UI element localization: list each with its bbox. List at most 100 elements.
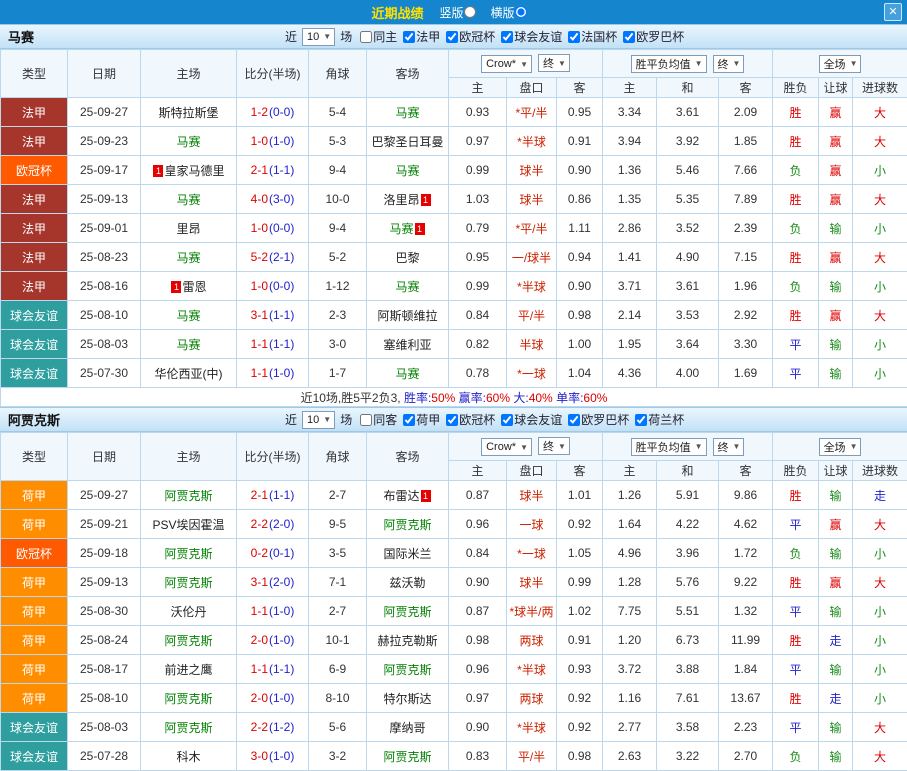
match-row[interactable]: 荷甲25-08-24阿贾克斯2-0(1-0)10-1赫拉克勒斯0.98两球0.9… <box>1 626 907 655</box>
layout-option-竖版[interactable]: 竖版 <box>439 4 478 21</box>
layout-option-横版[interactable]: 横版 <box>491 4 530 21</box>
away-team[interactable]: 马赛 <box>367 272 449 301</box>
match-row[interactable]: 法甲25-08-161雷恩1-0(0-0)1-12马赛0.99*半球0.903.… <box>1 272 907 301</box>
checkbox-input[interactable] <box>635 414 647 426</box>
away-team[interactable]: 塞维利亚 <box>367 330 449 359</box>
away-team[interactable]: 阿贾克斯 <box>367 655 449 684</box>
match-count-dropdown[interactable]: 10▼ <box>302 28 335 46</box>
home-team[interactable]: 阿贾克斯 <box>141 539 237 568</box>
eu-source-dropdown[interactable]: 胜平负均值▼ <box>631 438 707 456</box>
filter-checkbox-欧冠杯[interactable]: 欧冠杯 <box>440 411 495 428</box>
match-row[interactable]: 法甲25-09-13马赛4-0(3-0)10-0洛里昂11.03球半0.861.… <box>1 185 907 214</box>
filter-checkbox-欧罗巴杯[interactable]: 欧罗巴杯 <box>562 411 629 428</box>
filter-checkbox-欧冠杯[interactable]: 欧冠杯 <box>440 28 495 45</box>
eu-final-dropdown[interactable]: 终▼ <box>713 438 745 456</box>
checkbox-input[interactable] <box>568 31 580 43</box>
home-team[interactable]: 马赛 <box>141 243 237 272</box>
checkbox-input[interactable] <box>623 31 635 43</box>
filter-checkbox-球会友谊[interactable]: 球会友谊 <box>495 411 562 428</box>
home-team[interactable]: 斯特拉斯堡 <box>141 98 237 127</box>
match-row[interactable]: 荷甲25-09-21PSV埃因霍温2-2(2-0)9-5阿贾克斯0.96一球0.… <box>1 510 907 539</box>
match-row[interactable]: 荷甲25-08-30沃伦丹1-1(1-0)2-7阿贾克斯0.87*球半/两1.0… <box>1 597 907 626</box>
odds-source-dropdown[interactable]: Crow*▼ <box>481 55 532 73</box>
match-row[interactable]: 球会友谊25-07-30华伦西亚(中)1-1(1-0)1-7马赛0.78*一球1… <box>1 359 907 388</box>
home-team[interactable]: 阿贾克斯 <box>141 568 237 597</box>
match-row[interactable]: 欧冠杯25-09-171皇家马德里2-1(1-1)9-4马赛0.99球半0.90… <box>1 156 907 185</box>
match-row[interactable]: 欧冠杯25-09-18阿贾克斯0-2(0-1)3-5国际米兰0.84*一球1.0… <box>1 539 907 568</box>
match-row[interactable]: 荷甲25-08-17前进之鹰1-1(1-1)6-9阿贾克斯0.96*半球0.93… <box>1 655 907 684</box>
away-team[interactable]: 摩纳哥 <box>367 713 449 742</box>
home-team[interactable]: 马赛 <box>141 127 237 156</box>
checkbox-input[interactable] <box>446 414 458 426</box>
odds-final-dropdown[interactable]: 终▼ <box>538 54 570 72</box>
filter-checkbox-同主[interactable]: 同主 <box>354 28 397 45</box>
eu-source-dropdown[interactable]: 胜平负均值▼ <box>631 55 707 73</box>
home-team[interactable]: 马赛 <box>141 185 237 214</box>
checkbox-input[interactable] <box>501 414 513 426</box>
away-team[interactable]: 赫拉克勒斯 <box>367 626 449 655</box>
filter-checkbox-法国杯[interactable]: 法国杯 <box>562 28 617 45</box>
match-row[interactable]: 球会友谊25-07-28科木3-0(1-0)3-2阿贾克斯0.83平/半0.98… <box>1 742 907 771</box>
home-team[interactable]: 1皇家马德里 <box>141 156 237 185</box>
match-row[interactable]: 法甲25-09-27斯特拉斯堡1-2(0-0)5-4马赛0.93*平/半0.95… <box>1 98 907 127</box>
home-team[interactable]: 阿贾克斯 <box>141 684 237 713</box>
away-team[interactable]: 阿斯顿维拉 <box>367 301 449 330</box>
home-team[interactable]: 前进之鹰 <box>141 655 237 684</box>
home-team[interactable]: 阿贾克斯 <box>141 626 237 655</box>
away-team[interactable]: 阿贾克斯 <box>367 742 449 771</box>
filter-checkbox-法甲[interactable]: 法甲 <box>397 28 440 45</box>
away-team[interactable]: 巴黎 <box>367 243 449 272</box>
away-team[interactable]: 马赛 <box>367 359 449 388</box>
away-team[interactable]: 马赛 <box>367 156 449 185</box>
home-team[interactable]: 沃伦丹 <box>141 597 237 626</box>
match-row[interactable]: 荷甲25-09-13阿贾克斯3-1(2-0)7-1兹沃勒0.90球半0.991.… <box>1 568 907 597</box>
home-team[interactable]: 马赛 <box>141 301 237 330</box>
home-team[interactable]: 华伦西亚(中) <box>141 359 237 388</box>
match-count-dropdown[interactable]: 10▼ <box>302 411 335 429</box>
home-team[interactable]: 马赛 <box>141 330 237 359</box>
scope-dropdown[interactable]: 全场▼ <box>819 55 862 73</box>
home-team[interactable]: 阿贾克斯 <box>141 481 237 510</box>
checkbox-input[interactable] <box>568 414 580 426</box>
filter-checkbox-球会友谊[interactable]: 球会友谊 <box>495 28 562 45</box>
layout-radio-input[interactable] <box>464 6 476 18</box>
scope-dropdown[interactable]: 全场▼ <box>819 438 862 456</box>
match-row[interactable]: 荷甲25-09-27阿贾克斯2-1(1-1)2-7布雷达10.87球半1.011… <box>1 481 907 510</box>
filter-checkbox-同客[interactable]: 同客 <box>354 411 397 428</box>
home-team[interactable]: PSV埃因霍温 <box>141 510 237 539</box>
home-team[interactable]: 阿贾克斯 <box>141 713 237 742</box>
odds-source-dropdown[interactable]: Crow*▼ <box>481 438 532 456</box>
checkbox-input[interactable] <box>446 31 458 43</box>
away-team[interactable]: 巴黎圣日耳曼 <box>367 127 449 156</box>
match-row[interactable]: 荷甲25-08-10阿贾克斯2-0(1-0)8-10特尔斯达0.97两球0.92… <box>1 684 907 713</box>
checkbox-input[interactable] <box>360 414 372 426</box>
checkbox-input[interactable] <box>501 31 513 43</box>
away-team[interactable]: 马赛1 <box>367 214 449 243</box>
layout-radio-input[interactable] <box>515 6 527 18</box>
home-team[interactable]: 1雷恩 <box>141 272 237 301</box>
checkbox-input[interactable] <box>360 31 372 43</box>
away-team[interactable]: 布雷达1 <box>367 481 449 510</box>
away-team[interactable]: 特尔斯达 <box>367 684 449 713</box>
away-team[interactable]: 洛里昂1 <box>367 185 449 214</box>
match-row[interactable]: 法甲25-09-01里昂1-0(0-0)9-4马赛10.79*平/半1.112.… <box>1 214 907 243</box>
filter-checkbox-欧罗巴杯[interactable]: 欧罗巴杯 <box>617 28 684 45</box>
away-team[interactable]: 马赛 <box>367 98 449 127</box>
away-team[interactable]: 兹沃勒 <box>367 568 449 597</box>
checkbox-input[interactable] <box>403 31 415 43</box>
filter-checkbox-荷兰杯[interactable]: 荷兰杯 <box>629 411 684 428</box>
match-row[interactable]: 球会友谊25-08-10马赛3-1(1-1)2-3阿斯顿维拉0.84平/半0.9… <box>1 301 907 330</box>
close-button[interactable]: ✕ <box>884 3 902 21</box>
checkbox-input[interactable] <box>403 414 415 426</box>
eu-final-dropdown[interactable]: 终▼ <box>713 55 745 73</box>
away-team[interactable]: 阿贾克斯 <box>367 597 449 626</box>
away-team[interactable]: 国际米兰 <box>367 539 449 568</box>
home-team[interactable]: 科木 <box>141 742 237 771</box>
away-team[interactable]: 阿贾克斯 <box>367 510 449 539</box>
match-row[interactable]: 法甲25-09-23马赛1-0(1-0)5-3巴黎圣日耳曼0.97*半球0.91… <box>1 127 907 156</box>
filter-checkbox-荷甲[interactable]: 荷甲 <box>397 411 440 428</box>
home-team[interactable]: 里昂 <box>141 214 237 243</box>
match-row[interactable]: 球会友谊25-08-03阿贾克斯2-2(1-2)5-6摩纳哥0.90*半球0.9… <box>1 713 907 742</box>
odds-final-dropdown[interactable]: 终▼ <box>538 437 570 455</box>
match-row[interactable]: 球会友谊25-08-03马赛1-1(1-1)3-0塞维利亚0.82半球1.001… <box>1 330 907 359</box>
